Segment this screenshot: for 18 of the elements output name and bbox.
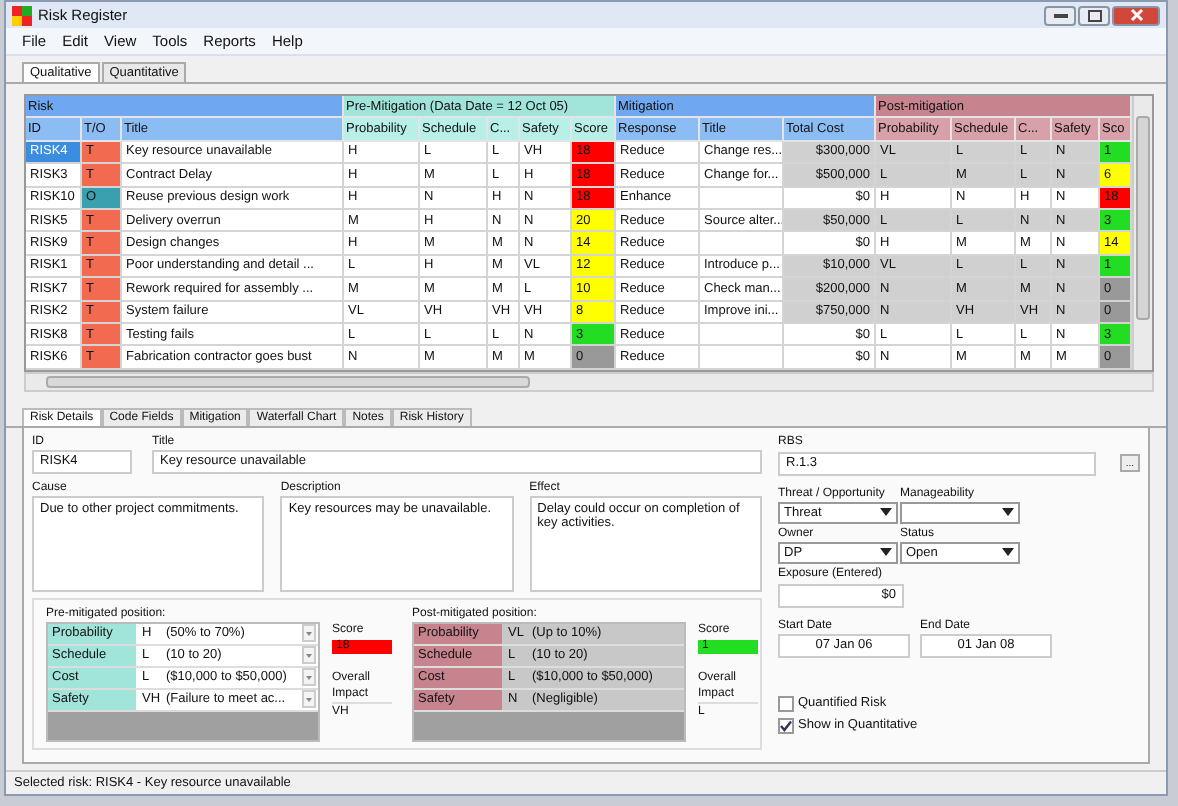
table-cell [700,323,784,347]
dropdown-arrow-icon [1002,508,1014,517]
table-cell [700,346,784,370]
dropdown-arrow-icon [880,548,892,557]
dropdown[interactable] [900,501,1020,524]
close-icon [1129,8,1143,22]
maximize-icon [1087,9,1101,21]
minimize-icon [1053,12,1067,18]
dropdown-arrow-icon [880,508,892,517]
maximize-button[interactable] [1078,5,1110,25]
close-button[interactable] [1112,5,1160,25]
app-icon [12,5,32,25]
table-cell [700,232,784,256]
vertical-scrollbar[interactable] [1132,96,1152,370]
minimize-button[interactable] [1044,5,1076,25]
horizontal-scrollbar[interactable] [24,371,1154,392]
dropdown-arrow-icon [1002,548,1014,557]
table-cell [700,187,784,210]
